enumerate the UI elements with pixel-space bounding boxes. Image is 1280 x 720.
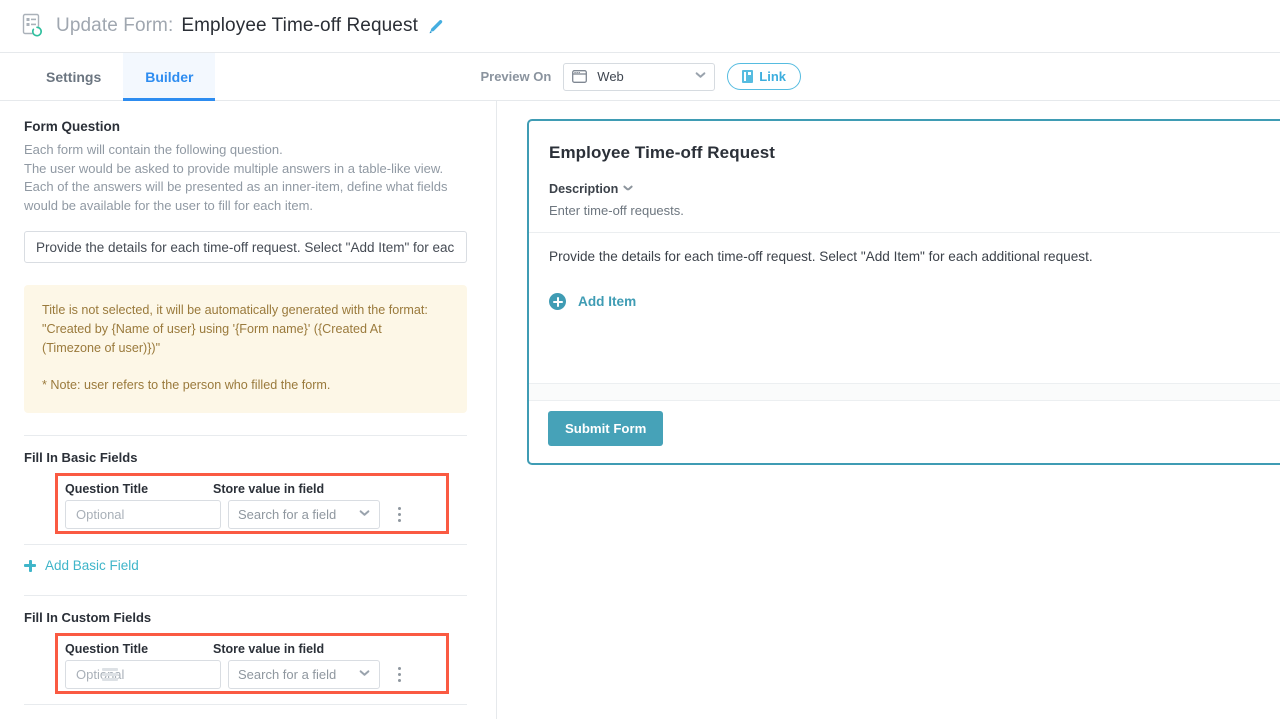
preview-description-toggle[interactable]: Description xyxy=(529,182,653,196)
preview-device-value: Web xyxy=(597,69,696,84)
tab-builder[interactable]: Builder xyxy=(123,53,215,100)
custom-question-title-input[interactable] xyxy=(65,660,221,689)
add-custom-field-label: Add Custom Field xyxy=(45,718,152,719)
basic-store-field-select[interactable]: Search for a field xyxy=(228,500,380,529)
notice-line-2: "Created by {Name of user} using '{Form … xyxy=(42,320,449,339)
pencil-icon[interactable] xyxy=(426,17,446,37)
document-update-icon xyxy=(20,12,46,40)
description-line-3: Each of the answers will be presented as… xyxy=(24,178,472,197)
preview-description-text: Enter time-off requests. xyxy=(529,203,1280,218)
description-line-1: Each form will contain the following que… xyxy=(24,141,472,160)
basic-field-menu-button[interactable] xyxy=(391,505,407,525)
builder-pane: Form Question Each form will contain the… xyxy=(0,101,497,719)
link-copy-icon xyxy=(742,70,753,83)
custom-fields-highlight: Question Title Store value in field Sear… xyxy=(55,633,449,694)
divider-custom xyxy=(24,595,467,596)
add-item-label: Add Item xyxy=(578,294,636,309)
notice-line-1: Title is not selected, it will be automa… xyxy=(42,301,449,320)
basic-col-question-title: Question Title xyxy=(65,482,213,496)
custom-store-field-value: Search for a field xyxy=(238,667,360,682)
add-item-button[interactable]: Add Item xyxy=(529,293,656,310)
preview-controls: Preview On Web Link xyxy=(480,53,801,100)
basic-store-field-value: Search for a field xyxy=(238,507,360,522)
custom-store-field-select[interactable]: Search for a field xyxy=(228,660,380,689)
divider-after-custom-row xyxy=(24,704,467,705)
link-button-label: Link xyxy=(759,69,786,84)
basic-fields-heading: Fill In Basic Fields xyxy=(24,450,472,465)
basic-question-title-input[interactable] xyxy=(65,500,221,529)
divider-basic xyxy=(24,435,467,436)
description-line-2: The user would be asked to provide multi… xyxy=(24,160,472,179)
drag-handle-icon[interactable] xyxy=(102,668,118,681)
custom-field-row: Search for a field xyxy=(58,660,446,689)
title-generation-notice: Title is not selected, it will be automa… xyxy=(24,285,467,413)
kebab-dot xyxy=(398,507,401,510)
preview-question-text: Provide the details for each time-off re… xyxy=(529,249,1280,264)
kebab-dot xyxy=(398,673,401,676)
custom-col-store-value: Store value in field xyxy=(213,642,363,656)
preview-pane: Employee Time-off Request Description En… xyxy=(497,101,1280,719)
plus-icon xyxy=(24,560,36,572)
chevron-down-icon xyxy=(696,74,706,80)
notice-note: * Note: user refers to the person who fi… xyxy=(42,376,449,395)
tab-builder-label: Builder xyxy=(145,69,193,85)
kebab-dot xyxy=(398,679,401,682)
form-question-description: Each form will contain the following que… xyxy=(24,141,472,215)
add-basic-field-label: Add Basic Field xyxy=(45,558,139,573)
notice-line-3: (Timezone of user)})" xyxy=(42,339,449,358)
main-content: Form Question Each form will contain the… xyxy=(0,101,1280,719)
preview-footer-strip xyxy=(529,383,1280,401)
preview-separator xyxy=(529,232,1280,233)
preview-device-select[interactable]: Web xyxy=(563,63,715,91)
tabs-bar: Settings Builder Preview On Web Link xyxy=(0,53,1280,101)
custom-field-menu-button[interactable] xyxy=(391,665,407,685)
preview-description-label: Description xyxy=(549,182,618,196)
link-button[interactable]: Link xyxy=(727,63,801,90)
basic-field-row: Search for a field xyxy=(58,500,446,529)
custom-col-question-title: Question Title xyxy=(65,642,213,656)
chevron-down-icon xyxy=(360,512,370,518)
custom-fields-heading: Fill In Custom Fields xyxy=(24,610,472,625)
window-icon xyxy=(572,70,587,83)
divider-after-basic-row xyxy=(24,544,467,545)
description-line-4: would be available for the user to fill … xyxy=(24,197,472,216)
tab-settings-label: Settings xyxy=(46,69,101,85)
form-question-heading: Form Question xyxy=(24,119,472,134)
circle-plus-icon xyxy=(549,293,566,310)
submit-form-button[interactable]: Submit Form xyxy=(548,411,663,446)
preview-on-label: Preview On xyxy=(480,69,551,84)
custom-fields-column-headers: Question Title Store value in field xyxy=(58,636,446,656)
chevron-down-icon xyxy=(624,187,633,192)
kebab-dot xyxy=(398,513,401,516)
form-question-input[interactable] xyxy=(24,231,467,263)
kebab-dot xyxy=(398,667,401,670)
form-preview-card: Employee Time-off Request Description En… xyxy=(527,119,1280,465)
basic-fields-highlight: Question Title Store value in field Sear… xyxy=(55,473,449,534)
preview-form-title: Employee Time-off Request xyxy=(529,143,1280,163)
title-prefix: Update Form: xyxy=(56,15,173,37)
chevron-down-icon xyxy=(360,672,370,678)
tab-settings[interactable]: Settings xyxy=(24,53,123,100)
title-form-name: Employee Time-off Request xyxy=(181,15,418,37)
kebab-dot xyxy=(398,519,401,522)
page-title: Update Form: Employee Time-off Request xyxy=(56,15,446,37)
add-custom-field-button[interactable]: Add Custom Field xyxy=(24,718,152,719)
app-header: Update Form: Employee Time-off Request xyxy=(0,0,1280,53)
basic-fields-column-headers: Question Title Store value in field xyxy=(58,476,446,496)
basic-col-store-value: Store value in field xyxy=(213,482,363,496)
tab-list: Settings Builder xyxy=(24,53,215,100)
add-basic-field-button[interactable]: Add Basic Field xyxy=(24,558,139,573)
